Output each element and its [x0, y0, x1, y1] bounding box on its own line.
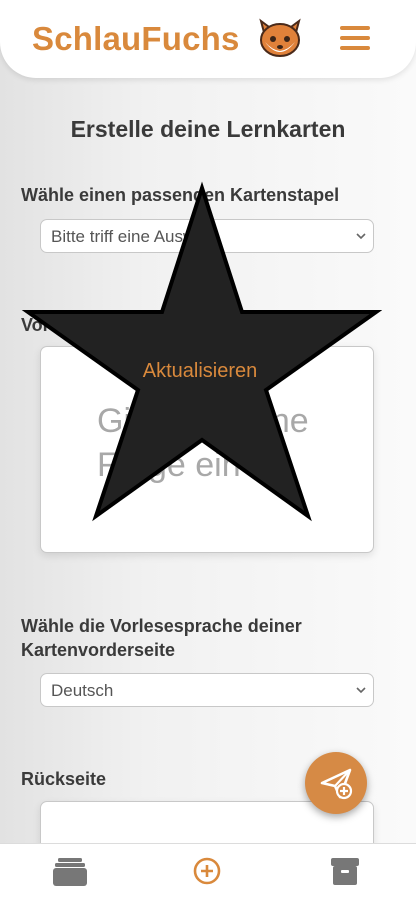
card-stack-icon[interactable] — [52, 856, 88, 888]
star-overlay — [21, 181, 382, 522]
back-label: Rückseite — [21, 769, 107, 789]
add-circle-icon[interactable] — [190, 856, 226, 888]
voice-select-value: Deutsch — [51, 681, 114, 700]
page-title: Erstelle deine Lernkarten — [70, 116, 346, 142]
archive-box-icon[interactable] — [328, 856, 364, 888]
bottom-nav — [0, 843, 416, 900]
chevron-down-icon — [356, 687, 366, 694]
app-brand[interactable]: SchlauFuchs — [32, 20, 240, 58]
hamburger-menu-icon[interactable] — [340, 26, 372, 54]
app-header: SchlauFuchs — [0, 0, 416, 78]
voice-label: Wähle die Vorlesesprache deiner Kartenvo… — [21, 616, 302, 660]
update-button[interactable]: Aktualisieren — [120, 354, 280, 388]
send-card-button[interactable] — [305, 752, 367, 814]
send-plus-icon — [320, 768, 353, 800]
voice-select[interactable]: Deutsch — [40, 673, 374, 707]
fox-icon — [259, 18, 301, 57]
